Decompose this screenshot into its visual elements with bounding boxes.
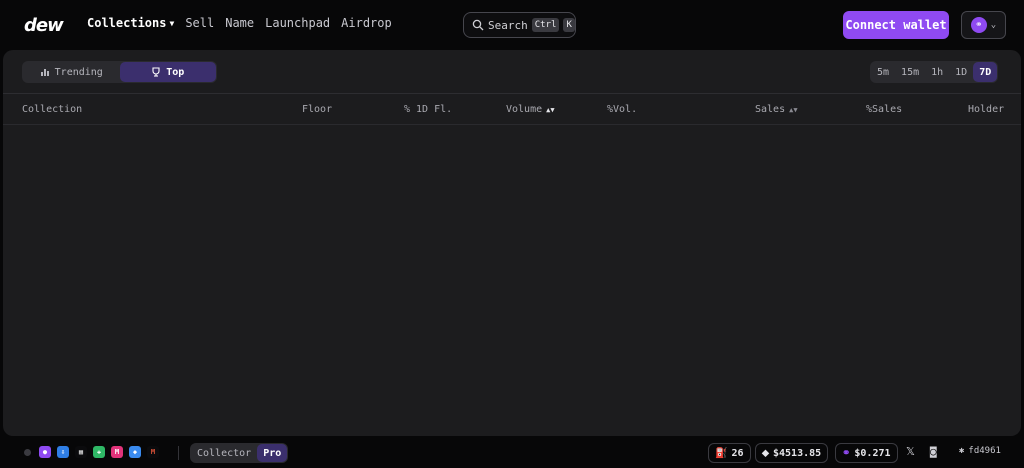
ethereum-icon: ⬥ xyxy=(762,447,769,459)
column-volume[interactable]: Volume ▲▼ xyxy=(506,104,555,115)
tab-trending-label: Trending xyxy=(54,66,103,78)
column-volume-change[interactable]: %Vol. xyxy=(607,104,637,115)
timeframe-15m[interactable]: 15m xyxy=(895,62,925,82)
tab-trending[interactable]: Trending xyxy=(23,62,120,82)
bar-chart-icon xyxy=(40,69,49,76)
sort-desc-icon: ▲▼ xyxy=(546,106,555,114)
nav-sell[interactable]: Sell xyxy=(185,16,214,30)
top-navigation-bar: dew Collections ▼ Sell Name Launchpad Air… xyxy=(0,0,1024,50)
token-price[interactable]: ⚭ $0.271 xyxy=(835,443,898,463)
column-collection[interactable]: Collection xyxy=(22,104,82,115)
status-footer: ● ⇩ ▦ ✚ M ◆ M Collector Pro ⛽ 26 ⬥ $4513… xyxy=(0,440,1024,468)
timeframe-1d[interactable]: 1D xyxy=(949,62,973,82)
column-holder[interactable]: Holder xyxy=(968,104,1004,115)
timeframe-selector: 5m 15m 1h 1D 7D xyxy=(870,61,999,83)
app-icon-3[interactable]: ▦ xyxy=(75,446,87,458)
chevron-down-icon: ▼ xyxy=(169,19,175,28)
main-nav: Collections ▼ Sell Name Launchpad Airdrop xyxy=(87,16,392,30)
wallet-id-text: fd4961 xyxy=(968,446,1001,456)
token-price-value: $0.271 xyxy=(854,447,891,459)
tab-top-label: Top xyxy=(166,66,185,78)
column-sales[interactable]: Sales ▲▼ xyxy=(755,104,798,115)
app-shortcuts: ● ⇩ ▦ ✚ M ◆ M xyxy=(39,446,159,458)
column-sales-change[interactable]: %Sales xyxy=(866,104,902,115)
eth-price-value: $4513.85 xyxy=(773,447,822,459)
app-icon-7[interactable]: M xyxy=(147,446,159,458)
mode-pro[interactable]: Pro xyxy=(257,444,288,462)
wallet-badge[interactable]: ✱ fd4961 xyxy=(959,446,1001,456)
eth-price[interactable]: ⬥ $4513.85 xyxy=(755,443,829,463)
timeframe-1h[interactable]: 1h xyxy=(925,62,949,82)
table-body xyxy=(3,126,1021,426)
column-sales-label: Sales xyxy=(755,104,786,115)
search-label: Search xyxy=(488,18,528,32)
connect-wallet-button[interactable]: Connect wallet xyxy=(843,11,949,39)
tab-top[interactable]: Top xyxy=(119,62,216,82)
chain-link-icon: ⚭ xyxy=(842,447,851,459)
nav-airdrop[interactable]: Airdrop xyxy=(341,16,392,30)
discord-icon[interactable]: ◙ xyxy=(930,445,937,458)
trophy-icon xyxy=(152,67,160,77)
column-floor[interactable]: Floor xyxy=(302,104,332,115)
sort-icon: ▲▼ xyxy=(789,106,798,114)
nav-launchpad[interactable]: Launchpad xyxy=(265,16,330,30)
view-toggle: Trending Top xyxy=(22,61,217,83)
search-button[interactable]: Search Ctrl K xyxy=(463,12,576,38)
gas-indicator[interactable]: ⛽ 26 xyxy=(708,443,751,463)
x-twitter-icon[interactable]: 𝕏 xyxy=(906,445,915,458)
chain-selector[interactable]: ⚭ ⌄ xyxy=(961,11,1006,39)
divider xyxy=(178,446,179,460)
mode-toggle: Collector Pro xyxy=(190,443,289,463)
shortcut-key-ctrl: Ctrl xyxy=(531,18,560,32)
app-icon-6[interactable]: ◆ xyxy=(129,446,141,458)
app-icon-5[interactable]: M xyxy=(111,446,123,458)
app-logo[interactable]: dew xyxy=(24,15,64,36)
nav-collections[interactable]: Collections ▼ xyxy=(87,16,174,30)
gas-pump-icon: ⛽ xyxy=(715,447,728,459)
connection-status-dot xyxy=(24,449,31,456)
nav-collections-label: Collections xyxy=(87,16,167,30)
collections-panel: Trending Top 5m 15m 1h 1D 7D Collection … xyxy=(3,50,1021,436)
gas-value: 26 xyxy=(731,447,744,459)
search-icon xyxy=(472,19,484,31)
mode-collector[interactable]: Collector xyxy=(191,444,257,462)
timeframe-7d[interactable]: 7D xyxy=(973,62,998,82)
app-icon-2[interactable]: ⇩ xyxy=(57,446,69,458)
column-floor-change[interactable]: % 1D Fl. xyxy=(404,104,452,115)
chain-link-icon: ⚭ xyxy=(970,17,987,33)
timeframe-5m[interactable]: 5m xyxy=(871,62,895,82)
app-icon-4[interactable]: ✚ xyxy=(93,446,105,458)
nav-name[interactable]: Name xyxy=(225,16,254,30)
table-header: Collection Floor % 1D Fl. Volume ▲▼ %Vol.… xyxy=(3,93,1021,125)
shortcut-key-k: K xyxy=(563,18,575,32)
bug-icon: ✱ xyxy=(959,446,965,456)
chevron-down-icon: ⌄ xyxy=(990,20,997,30)
column-volume-label: Volume xyxy=(506,104,543,115)
app-icon-1[interactable]: ● xyxy=(39,446,51,458)
